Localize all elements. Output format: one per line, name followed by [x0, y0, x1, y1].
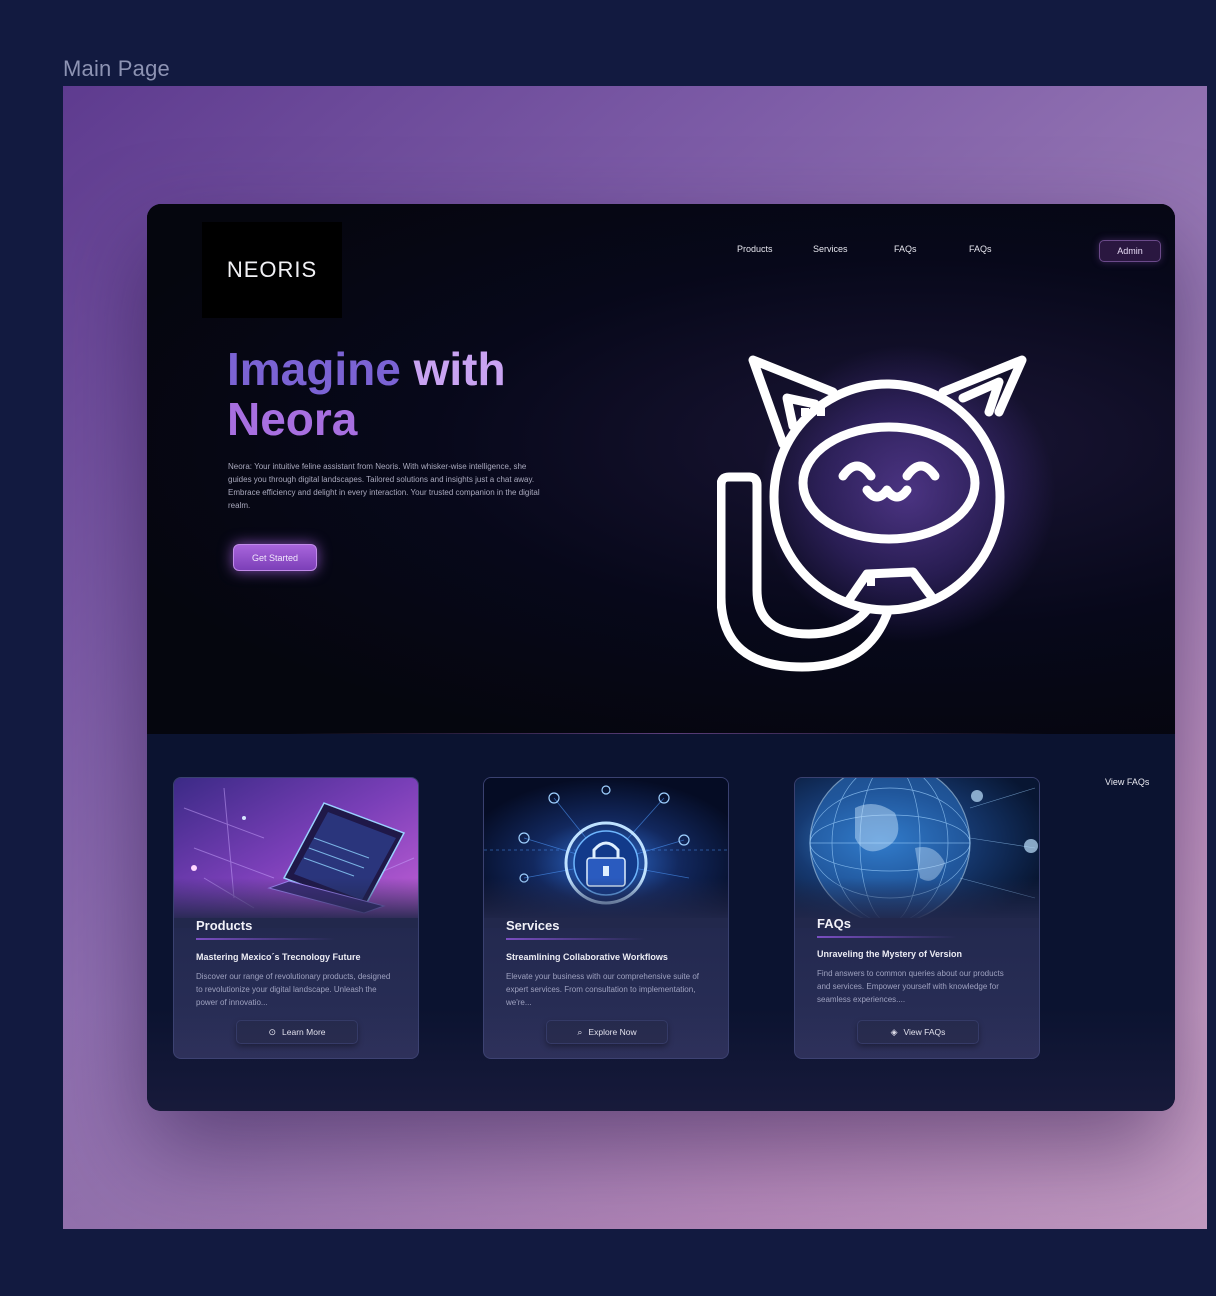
services-card[interactable]: Services Streamlining Collaborative Work…: [483, 777, 729, 1059]
card-subtitle: Mastering Mexico´s Trecnology Future: [196, 952, 361, 962]
card-title-underline: [817, 936, 957, 938]
logo-text: NEORIS: [226, 257, 318, 282]
view-faqs-link[interactable]: View FAQs: [1105, 777, 1149, 787]
layers-icon: ◈: [890, 1026, 898, 1037]
card-title-underline: [506, 938, 646, 940]
frame-label: Main Page: [63, 56, 170, 81]
card-title: Products: [196, 918, 253, 933]
get-started-button[interactable]: Get Started: [233, 544, 317, 571]
products-card[interactable]: Products Mastering Mexico´s Trecnology F…: [173, 777, 419, 1059]
explore-now-label: Explore Now: [588, 1027, 637, 1037]
nav-item-faqs-2[interactable]: FAQs: [969, 244, 992, 254]
faqs-card[interactable]: FAQs Unraveling the Mystery of Version F…: [794, 777, 1040, 1059]
card-title: FAQs: [817, 916, 851, 931]
card-title-underline: [196, 938, 336, 940]
hero-title-word-2: with: [413, 343, 506, 395]
hero-section: NEORIS Products Services FAQs FAQs Admin…: [147, 204, 1175, 734]
hero-title-word-1: Imagine: [227, 343, 401, 395]
search-icon: ⌕: [577, 1026, 583, 1037]
admin-button[interactable]: Admin: [1099, 240, 1161, 262]
artboard: NEORIS Products Services FAQs FAQs Admin…: [63, 86, 1207, 1229]
card-description: Find answers to common queries about our…: [817, 969, 1004, 1004]
nav-item-products[interactable]: Products: [737, 244, 773, 254]
logo[interactable]: NEORIS: [202, 222, 342, 318]
play-circle-icon: ⊙: [268, 1026, 277, 1037]
hero-title: Imagine with Neora: [227, 344, 547, 444]
card-subtitle: Unraveling the Mystery of Version: [817, 949, 963, 959]
nav-item-faqs[interactable]: FAQs: [894, 244, 917, 254]
nav-item-services[interactable]: Services: [813, 244, 848, 254]
view-faqs-button[interactable]: ◈ View FAQs: [857, 1020, 979, 1044]
learn-more-button[interactable]: ⊙ Learn More: [236, 1020, 358, 1044]
explore-now-button[interactable]: ⌕ Explore Now: [546, 1020, 668, 1044]
app-window: NEORIS Products Services FAQs FAQs Admin…: [147, 204, 1175, 1111]
card-description: Elevate your business with our comprehen…: [506, 972, 699, 1007]
cards-section: View FAQs Products Mastering Mexico´s Tr…: [147, 734, 1175, 1111]
view-faqs-button-label: View FAQs: [903, 1027, 946, 1037]
card-subtitle: Streamlining Collaborative Workflows: [506, 952, 668, 962]
hero-description: Neora: Your intuitive feline assistant f…: [228, 462, 540, 510]
card-title: Services: [506, 918, 560, 933]
learn-more-label: Learn More: [282, 1027, 326, 1037]
hero-title-word-3: Neora: [227, 393, 358, 445]
card-description: Discover our range of revolutionary prod…: [196, 972, 391, 1007]
cat-robot-icon: [717, 355, 1027, 672]
